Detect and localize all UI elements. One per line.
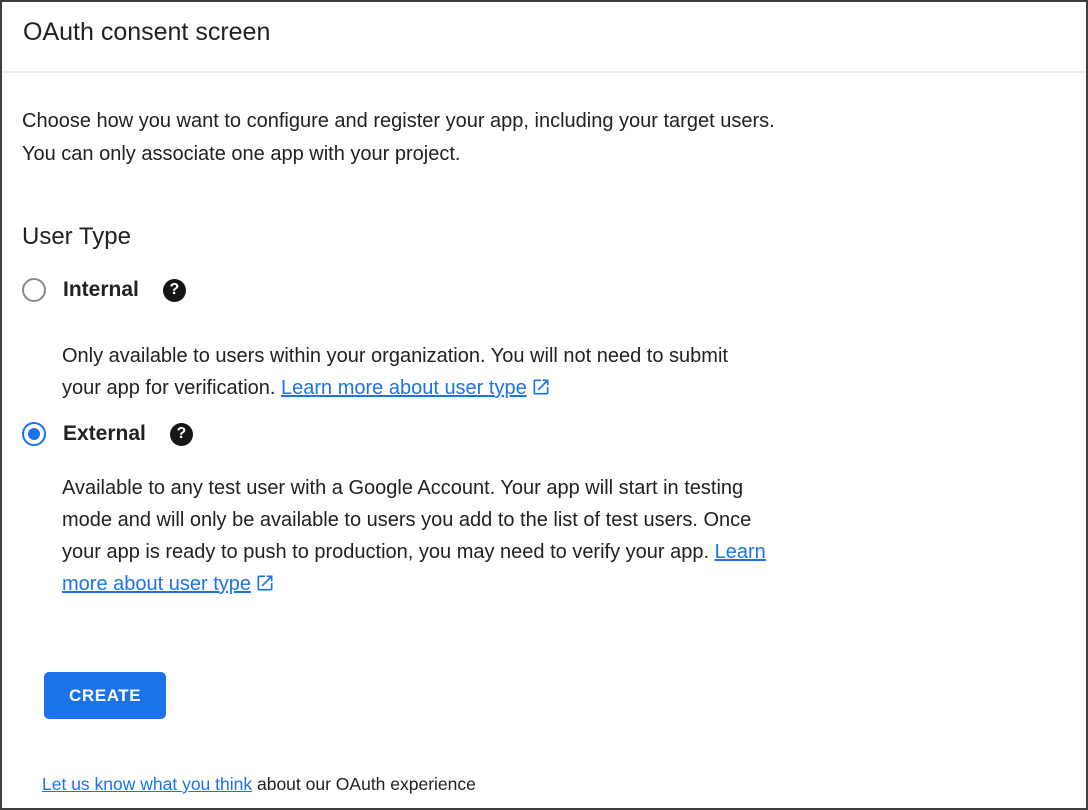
- intro-text: Choose how you want to configure and reg…: [22, 105, 807, 171]
- feedback-footer: Let us know what you think about our OAu…: [42, 773, 1062, 795]
- radio-external-selected[interactable]: [22, 422, 46, 446]
- external-option-description: Available to any test user with a Google…: [62, 472, 767, 600]
- learn-more-link-label[interactable]: Learn more about user type: [281, 377, 527, 399]
- radio-dot: [28, 284, 40, 296]
- oauth-consent-page: OAuth consent screen Choose how you want…: [0, 0, 1088, 810]
- internal-option-description: Only available to users within your orga…: [62, 340, 767, 404]
- help-icon[interactable]: ?: [163, 279, 186, 302]
- page-content: Choose how you want to configure and reg…: [2, 105, 1086, 795]
- feedback-text: about our OAuth experience: [252, 774, 476, 794]
- create-button[interactable]: CREATE: [44, 672, 166, 719]
- external-option-label[interactable]: External: [63, 422, 146, 446]
- external-description-text: Available to any test user with a Google…: [62, 477, 751, 563]
- header-divider: [2, 71, 1086, 73]
- internal-option-label[interactable]: Internal: [63, 278, 139, 302]
- radio-option-internal[interactable]: Internal ?: [22, 278, 1062, 302]
- learn-more-link-internal[interactable]: Learn more about user type: [281, 377, 551, 399]
- open-in-new-icon: [531, 377, 551, 397]
- open-in-new-icon: [255, 573, 275, 593]
- user-type-heading: User Type: [22, 223, 1062, 251]
- feedback-link[interactable]: Let us know what you think: [42, 774, 252, 794]
- page-title: OAuth consent screen: [23, 18, 1086, 47]
- radio-dot: [28, 428, 40, 440]
- help-icon[interactable]: ?: [170, 423, 193, 446]
- radio-internal-unselected[interactable]: [22, 278, 46, 302]
- radio-option-external[interactable]: External ?: [22, 422, 1062, 446]
